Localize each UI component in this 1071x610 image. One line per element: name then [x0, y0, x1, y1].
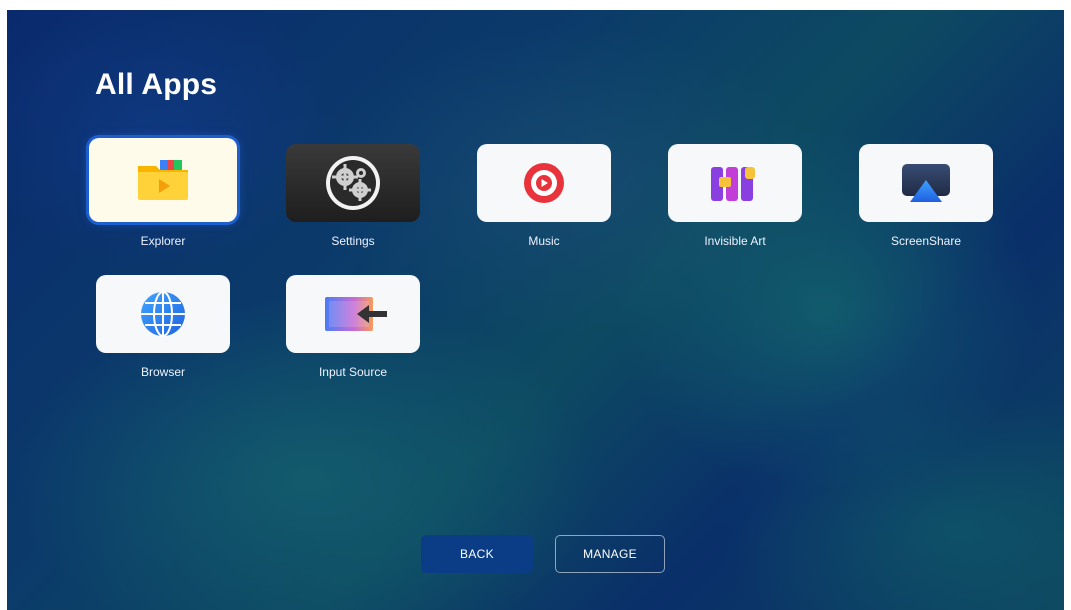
- app-settings[interactable]: Settings: [285, 144, 421, 248]
- app-invisible-art[interactable]: Invisible Art: [667, 144, 803, 248]
- app-tile-explorer[interactable]: [89, 138, 237, 222]
- gear-icon: [326, 156, 380, 210]
- app-tile-screenshare[interactable]: [859, 144, 993, 222]
- app-label-music: Music: [528, 234, 560, 248]
- app-tile-music[interactable]: [477, 144, 611, 222]
- globe-icon: [141, 291, 185, 337]
- app-tile-input-source[interactable]: [286, 275, 420, 353]
- folder-icon: [138, 160, 188, 200]
- app-label-settings: Settings: [331, 234, 375, 248]
- app-label-browser: Browser: [140, 365, 185, 379]
- page-title: All Apps: [95, 68, 218, 101]
- input-source-icon: [325, 297, 387, 331]
- app-tile-browser[interactable]: [96, 275, 230, 353]
- music-play-icon: [524, 163, 564, 203]
- manage-button[interactable]: MANAGE: [555, 535, 665, 573]
- app-browser[interactable]: Browser: [95, 275, 231, 379]
- app-tile-invisible-art[interactable]: [668, 144, 802, 222]
- app-tile-settings[interactable]: [286, 144, 420, 222]
- app-input-source[interactable]: Input Source: [285, 275, 421, 379]
- invisible-art-icon: [711, 167, 755, 201]
- app-music[interactable]: Music: [476, 144, 612, 248]
- app-label-input-source: Input Source: [318, 365, 388, 379]
- app-launcher-screen: All Apps Explorer Settings Music Invisib…: [7, 10, 1064, 610]
- app-screenshare[interactable]: ScreenShare: [858, 144, 994, 248]
- back-button[interactable]: BACK: [421, 535, 533, 573]
- app-label-invisible-art: Invisible Art: [704, 234, 766, 248]
- app-label-explorer: Explorer: [140, 234, 186, 248]
- app-label-screenshare: ScreenShare: [890, 234, 962, 248]
- screen-share-icon: [902, 164, 950, 202]
- app-explorer[interactable]: Explorer: [87, 138, 239, 248]
